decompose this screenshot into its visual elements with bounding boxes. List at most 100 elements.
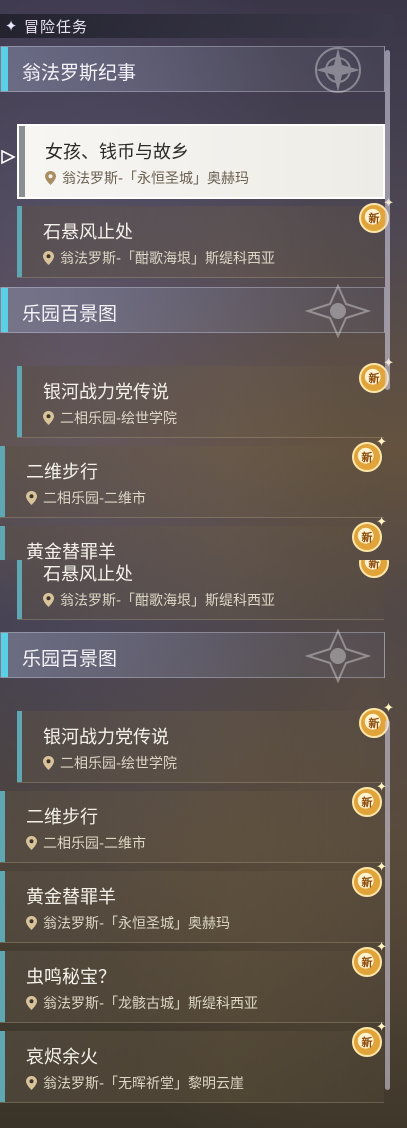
new-badge: 新✦: [352, 940, 387, 977]
quest-location-text: 翁法罗斯-「永恒圣城」奥赫玛: [62, 171, 250, 187]
region-header-amphoreus[interactable]: 翁法罗斯纪事: [0, 46, 385, 93]
quest-location: 二相乐园-二维市: [26, 488, 146, 508]
region-label: 翁法罗斯纪事: [22, 62, 137, 84]
quest-title: 哀烬余火: [26, 1047, 98, 1068]
quest-accent-bar: [0, 791, 5, 862]
new-badge-text: 新: [361, 956, 373, 969]
sparkle-icon: ✦: [376, 515, 387, 530]
quest-accent-bar: [0, 871, 5, 942]
quest-accent-bar: [17, 711, 22, 782]
location-pin-icon: [45, 171, 56, 185]
quest-item-stone-partial[interactable]: 石悬风止处 翁法罗斯-「酣歌海垠」斯缇科西亚: [17, 560, 384, 620]
quest-accent-bar: [19, 126, 25, 197]
quest-item-girl[interactable]: 女孩、钱币与故乡 翁法罗斯-「永恒圣城」奥赫玛: [17, 124, 385, 199]
panel-titlebar: ✦ 冒险任务: [0, 14, 393, 38]
new-badge-text: 新: [361, 1036, 373, 1049]
quest-title: 二维步行: [26, 462, 98, 483]
location-pin-icon: [26, 916, 37, 930]
location-pin-icon: [26, 996, 37, 1010]
quest-location-text: 二相乐园-绘世学院: [60, 411, 178, 427]
quest-accent-bar: [0, 951, 5, 1022]
scrollbar-thumb[interactable]: [385, 50, 390, 390]
new-badge: 新✦: [352, 515, 387, 552]
quest-item-ember[interactable]: 哀烬余火 翁法罗斯-「无晖祈堂」黎明云崖: [0, 1031, 384, 1103]
quest-item-twod[interactable]: 二维步行 二相乐园-二维市: [0, 446, 384, 518]
location-pin-icon: [43, 756, 54, 770]
quest-location: 翁法罗斯-「永恒圣城」奥赫玛: [45, 168, 249, 188]
sparkle-icon: ✦: [4, 17, 18, 35]
new-badge: 新✦: [352, 860, 387, 897]
quest-item-galaxy[interactable]: 银河战力党传说 二相乐园-绘世学院: [17, 366, 384, 438]
quest-accent-bar: [0, 526, 5, 560]
quest-title: 黄金替罪羊: [26, 887, 116, 908]
new-badge-text: 新: [361, 876, 373, 889]
quest-item-golden-partial[interactable]: 黄金替罪羊: [0, 526, 384, 560]
region-accent-bar: [1, 633, 8, 677]
sparkle-icon: ✦: [376, 435, 387, 450]
quest-accent-bar: [0, 446, 5, 517]
quest-title: 女孩、钱币与故乡: [45, 142, 189, 163]
quest-title: 石悬风止处: [43, 564, 133, 585]
quest-accent-bar: [17, 560, 22, 619]
region-label: 乐园百景图: [22, 303, 118, 325]
location-pin-icon: [26, 491, 37, 505]
quest-title: 银河战力党传说: [43, 382, 169, 403]
new-badge-text: 新: [368, 372, 380, 385]
region-accent-bar: [1, 47, 8, 91]
region-header-amphoreus-park[interactable]: 乐园百景图: [0, 629, 385, 683]
new-badge-text: 新: [361, 451, 373, 464]
quest-panel-top: ✦ 冒险任务 翁法罗斯纪事 女孩、钱币与故乡 翁法罗斯-「永恒圣城」奥赫玛 石悬…: [0, 0, 393, 560]
quest-location: 翁法罗斯-「永恒圣城」奥赫玛: [26, 913, 230, 933]
quest-location-text: 二相乐园-二维市: [43, 491, 147, 507]
quest-item-bug[interactable]: 虫鸣秘宝？ 翁法罗斯-「龙骸古城」斯缇科西亚: [0, 951, 384, 1023]
quest-title: 虫鸣秘宝？: [26, 967, 116, 988]
quest-location: 翁法罗斯-「龙骸古城」斯缇科西亚: [26, 993, 258, 1013]
quest-location: 二相乐园-二维市: [26, 833, 146, 853]
quest-accent-bar: [0, 1031, 5, 1102]
quest-accent-bar: [17, 206, 22, 277]
quest-location-text: 翁法罗斯-「酣歌海垠」斯缇科西亚: [60, 251, 276, 267]
quest-item-stone[interactable]: 石悬风止处 翁法罗斯-「酣歌海垠」斯缇科西亚: [17, 206, 384, 278]
quest-item-twod[interactable]: 二维步行 二相乐园-二维市: [0, 791, 384, 863]
selected-arrow-icon: [1, 149, 16, 165]
region-header-amphoreus-park[interactable]: 乐园百景图: [0, 284, 385, 338]
quest-location: 翁法罗斯-「酣歌海垠」斯缇科西亚: [43, 590, 275, 610]
region-emblem-icon: [304, 629, 372, 683]
new-badge: 新✦: [352, 780, 387, 817]
sparkle-icon: ✦: [383, 701, 393, 716]
new-badge-text: 新: [368, 717, 380, 730]
new-badge-text: 新: [361, 531, 373, 544]
scrollbar-thumb[interactable]: [385, 720, 390, 1090]
quest-location-text: 翁法罗斯-「龙骸古城」斯缇科西亚: [43, 996, 259, 1012]
quest-title: 二维步行: [26, 807, 98, 828]
new-badge: 新✦: [352, 435, 387, 472]
location-pin-icon: [43, 593, 54, 607]
location-pin-icon: [43, 411, 54, 425]
new-badge-text: 新: [361, 796, 373, 809]
panel-title: 冒险任务: [24, 17, 89, 36]
quest-location-text: 翁法罗斯-「永恒圣城」奥赫玛: [43, 916, 231, 932]
quest-title: 银河战力党传说: [43, 727, 169, 748]
quest-title: 黄金替罪羊: [26, 542, 116, 560]
region-label: 乐园百景图: [22, 648, 118, 670]
location-pin-icon: [26, 1076, 37, 1090]
quest-location: 二相乐园-绘世学院: [43, 408, 177, 428]
quest-title: 石悬风止处: [43, 222, 133, 243]
quest-item-golden[interactable]: 黄金替罪羊 翁法罗斯-「永恒圣城」奥赫玛: [0, 871, 384, 943]
new-badge-text: 新: [368, 560, 380, 570]
location-pin-icon: [43, 251, 54, 265]
region-accent-bar: [1, 288, 8, 332]
quest-item-galaxy[interactable]: 银河战力党传说 二相乐园-绘世学院: [17, 711, 384, 783]
quest-location-text: 二相乐园-二维市: [43, 836, 147, 852]
quest-location: 翁法罗斯-「无晖祈堂」黎明云崖: [26, 1073, 244, 1093]
quest-panel-bottom: 石悬风止处 翁法罗斯-「酣歌海垠」斯缇科西亚 新✦ 乐园百景图 银河战力党传说 …: [0, 560, 393, 1128]
quest-location-text: 二相乐园-绘世学院: [60, 756, 178, 772]
region-emblem-icon: [315, 47, 361, 93]
new-badge: 新✦: [352, 1020, 387, 1057]
quest-accent-bar: [17, 366, 22, 437]
quest-location: 翁法罗斯-「酣歌海垠」斯缇科西亚: [43, 248, 275, 268]
quest-location-text: 翁法罗斯-「无晖祈堂」黎明云崖: [43, 1076, 245, 1092]
new-badge-text: 新: [368, 212, 380, 225]
location-pin-icon: [26, 836, 37, 850]
quest-location: 二相乐园-绘世学院: [43, 753, 177, 773]
